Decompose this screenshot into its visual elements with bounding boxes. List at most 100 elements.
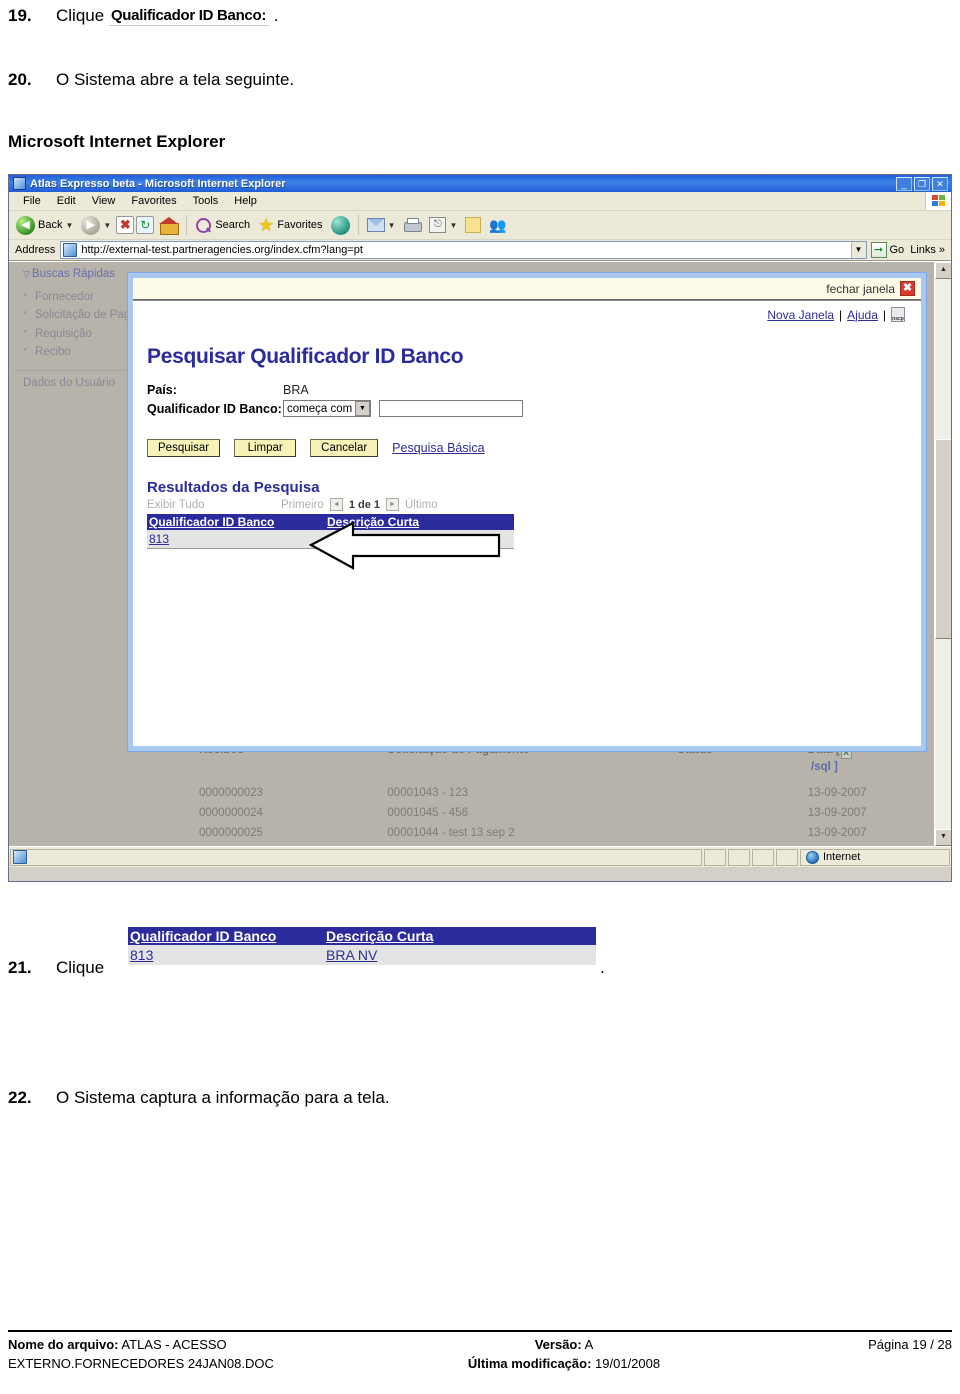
footer-filename: Nome do arquivo: ATLAS - ACESSO EXTERNO.… (8, 1336, 356, 1374)
close-button[interactable]: ✕ (932, 176, 948, 191)
bg-cell-recibo: 0000000023 (199, 787, 263, 799)
step-20: 20. O Sistema abre a tela seguinte. (8, 70, 294, 90)
chevron-down-icon-forward[interactable]: ▼ (103, 221, 111, 230)
sql-export-link[interactable]: /sql ] (811, 761, 838, 773)
scrollbar-thumb[interactable] (935, 439, 951, 639)
col-qualificador-id-banco[interactable]: Qualificador ID Banco (147, 514, 325, 530)
print-button[interactable] (400, 216, 424, 235)
browser-address-bar: Address http://external-test.partneragen… (9, 240, 951, 261)
qualifier-row: Qualificador ID Banco: começa com ▼ (147, 400, 907, 417)
menu-item-file[interactable]: File (15, 194, 49, 208)
table-row[interactable]: 0000000025 00001044 - test 13 sep 2 13-0… (199, 823, 914, 843)
search-label: Search (215, 219, 251, 231)
favorites-button[interactable]: ★ Favorites (255, 215, 325, 236)
status-message-area (10, 848, 702, 866)
browser-toolbar: ◀ Back ▼ ▶ ▼ ✖ ↻ Search ★ Favorites ▼ ⎋ … (9, 211, 951, 240)
country-row: País: BRA (147, 383, 907, 397)
popup-inner: fechar janela ✖ Nova Janela | Ajuda | Pe… (133, 278, 921, 746)
home-icon (159, 216, 180, 235)
inline-desc-link[interactable]: BRA NV (326, 947, 377, 963)
forward-button[interactable]: ▶ ▼ (78, 214, 114, 237)
search-button[interactable]: Pesquisar (147, 439, 221, 457)
restore-button[interactable]: ❐ (914, 176, 930, 191)
new-window-link[interactable]: Nova Janela (767, 308, 834, 322)
step-19-prefix: Clique (56, 6, 105, 25)
window-controls: _ ❐ ✕ (896, 176, 949, 191)
refresh-icon[interactable]: ↻ (136, 216, 155, 234)
mail-button[interactable]: ▼ (364, 216, 399, 234)
go-label: Go (889, 244, 905, 256)
inline-col-qualificador-id-banco: Qualificador ID Banco (130, 928, 277, 944)
menu-item-edit[interactable]: Edit (49, 194, 84, 208)
back-button[interactable]: ◀ Back ▼ (13, 214, 76, 237)
edit-button[interactable]: ⎋ ▼ (426, 215, 460, 235)
basic-search-link[interactable]: Pesquisa Básica (392, 441, 484, 455)
scrollbar-track[interactable] (935, 279, 951, 829)
chevron-down-icon[interactable]: ▼ (65, 221, 73, 230)
bg-cell-recibo: 0000000024 (199, 807, 263, 819)
first-page-label[interactable]: Primeiro (281, 499, 324, 511)
close-icon[interactable]: ✖ (900, 281, 915, 296)
messenger-button[interactable]: 👥 (486, 215, 509, 236)
vertical-scrollbar[interactable]: ▲ ▼ (934, 262, 951, 846)
chevron-down-icon-mail[interactable]: ▼ (388, 221, 396, 230)
flag-glyph (931, 195, 946, 207)
footer-version-label: Versão: (534, 1337, 582, 1352)
go-button[interactable]: ➞ Go (867, 242, 911, 258)
inline-id-link[interactable]: 813 (130, 947, 153, 963)
step-22: 22. O Sistema captura a informação para … (8, 1088, 390, 1108)
ie-logo-icon (13, 177, 26, 190)
forward-arrow-icon: ▶ (81, 215, 101, 235)
table-row[interactable]: 0000000023 00001043 - 123 13-09-2007 (199, 783, 914, 803)
help-link[interactable]: Ajuda (847, 308, 878, 322)
clear-button[interactable]: Limpar (234, 439, 297, 457)
last-page-label[interactable]: Último (405, 499, 438, 511)
address-label: Address (15, 244, 56, 256)
minimize-button[interactable]: _ (896, 176, 912, 191)
table-row[interactable]: 0000000024 00001045 - 456 13-09-2007 (199, 803, 914, 823)
menu-item-favorites[interactable]: Favorites (123, 194, 184, 208)
notes-button[interactable] (462, 215, 484, 235)
menu-item-view[interactable]: View (84, 194, 124, 208)
security-zone-indicator[interactable]: Internet (800, 848, 950, 866)
menu-item-tools[interactable]: Tools (185, 194, 227, 208)
close-window-label[interactable]: fechar janela (826, 282, 895, 296)
inline-cell-id: 813 (128, 945, 324, 965)
cancel-button[interactable]: Cancelar (310, 439, 379, 457)
footer-page-number: Página 19 / 28 (868, 1337, 952, 1352)
note-icon (465, 217, 482, 233)
status-pane-1 (704, 848, 726, 866)
show-all-link[interactable]: Exibir Tudo (147, 499, 275, 511)
address-input[interactable]: http://external-test.partneragencies.org… (60, 241, 867, 259)
chevron-down-icon-edit[interactable]: ▼ (449, 221, 457, 230)
menu-item-help[interactable]: Help (226, 194, 265, 208)
search-button[interactable]: Search (192, 215, 253, 236)
qualifier-input[interactable] (379, 400, 523, 417)
operator-select[interactable]: começa com ▼ (283, 400, 371, 417)
next-page-icon[interactable]: ► (386, 498, 399, 511)
stop-icon[interactable]: ✖ (116, 216, 135, 234)
scroll-up-icon[interactable]: ▲ (935, 262, 951, 279)
links-label: Links (910, 244, 936, 256)
security-zone-label: Internet (823, 851, 861, 863)
qualificador-id-link[interactable]: 813 (149, 532, 169, 546)
bg-cell-solicitacao: 00001045 - 456 (387, 807, 468, 819)
address-dropdown-icon[interactable]: ▼ (850, 242, 866, 258)
scroll-down-icon[interactable]: ▼ (935, 829, 951, 846)
page-indicator: 1 de 1 (348, 498, 380, 511)
toolbar-separator-1 (186, 215, 188, 235)
bg-cell-data: 13-09-2007 (807, 827, 867, 839)
browser-statusbar: Internet (9, 846, 951, 867)
media-button[interactable] (328, 214, 353, 237)
inline-results-screenshot: Qualificador ID Banco Descrição Curta 81… (128, 927, 596, 965)
search-popup-dialog: fechar janela ✖ Nova Janela | Ajuda | Pe… (127, 272, 927, 752)
links-button[interactable]: Links » (910, 244, 949, 256)
prev-page-icon[interactable]: ◄ (329, 498, 343, 511)
bg-cell-data: 13-09-2007 (807, 787, 867, 799)
bg-cell-recibo: 0000000025 (199, 827, 263, 839)
nscp-icon[interactable] (891, 307, 905, 322)
home-button[interactable] (156, 215, 181, 236)
status-page-icon (13, 850, 27, 864)
step-19-suffix: . (273, 6, 279, 25)
back-label: Back (38, 219, 63, 231)
